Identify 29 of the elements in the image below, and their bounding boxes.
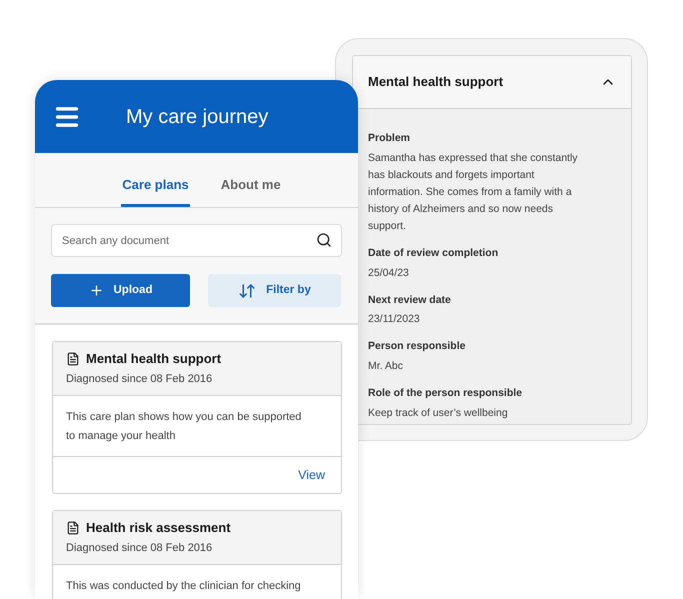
field-value: 25/04/23 (368, 266, 410, 280)
field-value: 23/11/2023 (368, 312, 421, 328)
document-icon (66, 520, 80, 535)
tab[interactable]: About me (220, 174, 282, 207)
field-value: Keep track of user’s wellbeing (368, 406, 509, 421)
field-value: Samantha has expressed that she constantly has blackouts and forgets important information. She comes from a family with a history of Alzheimers and so now needs support. (368, 150, 579, 234)
app-title: My care journey (126, 104, 268, 130)
field-label: Role of the person responsible (368, 386, 524, 401)
filter-button[interactable]: Filter by (208, 274, 341, 307)
field-label: Next review date (368, 292, 452, 308)
search-field[interactable]: Search any document (51, 224, 342, 257)
card-subtitle: Diagnosed since 08 Feb 2016 (66, 540, 214, 556)
document-icon (66, 352, 80, 366)
field-value: Mr. Abc (368, 359, 404, 374)
field-label: Person responsible (368, 339, 466, 354)
card-description: This care plan shows how you can be supported to manage your health (66, 410, 302, 444)
tab[interactable]: Care plans (121, 174, 190, 207)
sort-arrows-icon (238, 282, 256, 300)
search-icon[interactable] (316, 232, 332, 248)
field-label: Date of review completion (368, 246, 500, 261)
field-label: Problem (368, 131, 412, 146)
view-link[interactable]: View (298, 466, 325, 484)
card-title: Mental health support (86, 350, 222, 368)
plus-icon (88, 283, 104, 298)
upload-button[interactable]: Upload (51, 274, 190, 307)
card-title: Health risk assessment (86, 519, 231, 537)
card-subtitle: Diagnosed since 08 Feb 2016 (66, 372, 214, 386)
accordion-header[interactable]: Mental health support (353, 56, 631, 109)
card-description: This was conducted by the clinician for checking (66, 579, 302, 594)
